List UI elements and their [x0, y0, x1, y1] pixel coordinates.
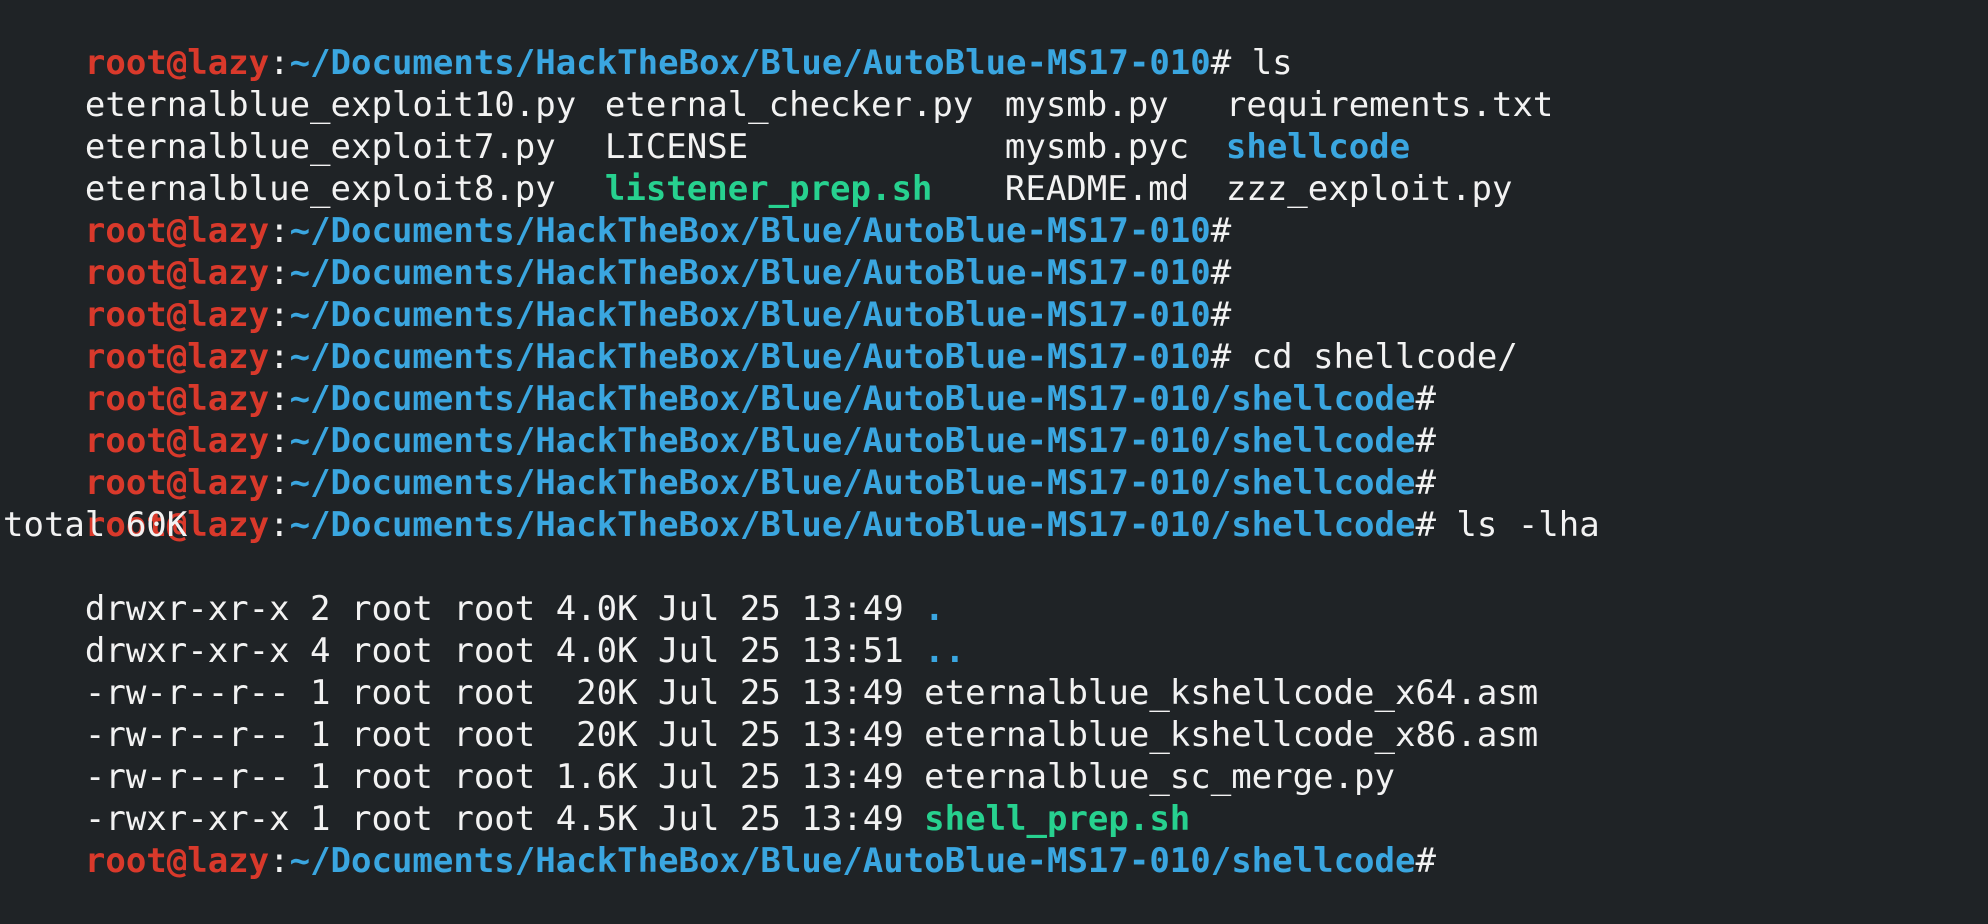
prompt-colon: : [269, 295, 290, 335]
file-metadata: -rwxr-xr-x 1 root root 4.5K Jul 25 13:49 [84, 799, 925, 839]
file-entry: README.md [1004, 169, 1190, 209]
prompt-colon: : [269, 505, 290, 545]
prompt-hash: # [1210, 337, 1232, 377]
file-entry: LICENSE [604, 127, 749, 167]
prompt-user: root@lazy [84, 253, 270, 293]
prompt-user: root@lazy [84, 337, 270, 377]
prompt-user: root@lazy [84, 463, 270, 503]
prompt-path: ~/Documents/HackTheBox/Blue/AutoBlue-MS1… [289, 211, 1211, 251]
prompt-hash: # [1210, 253, 1232, 293]
prompt-colon: : [269, 337, 290, 377]
prompt-hash: # [1415, 505, 1436, 545]
prompt-path: ~/Documents/HackTheBox/Blue/AutoBlue-MS1… [289, 463, 1416, 503]
prompt-path: ~/Documents/HackTheBox/Blue/AutoBlue-MS1… [289, 421, 1416, 461]
prompt-hash: # [1415, 463, 1436, 503]
prompt-colon: : [269, 43, 290, 83]
prompt-path: ~/Documents/HackTheBox/Blue/AutoBlue-MS1… [289, 505, 1416, 545]
directory-entry: .. [924, 631, 966, 671]
prompt-user: root@lazy [84, 43, 270, 83]
file-metadata: -rw-r--r-- 1 root root 20K Jul 25 13:49 [84, 715, 925, 755]
directory-entry: . [924, 589, 945, 629]
prompt-path: ~/Documents/HackTheBox/Blue/AutoBlue-MS1… [289, 295, 1211, 335]
prompt-hash: # [1415, 841, 1436, 881]
file-entry: mysmb.pyc [1004, 127, 1190, 167]
prompt-colon: : [269, 463, 290, 503]
file-entry: eternalblue_exploit8.py [84, 169, 556, 209]
prompt-user: root@lazy [84, 841, 270, 881]
ls-long-row: drwxr-xr-x 2 root root 4.0K Jul 25 13:49… [3, 546, 1988, 629]
file-entry: eternalblue_kshellcode_x64.asm [924, 673, 1539, 713]
prompt-line: root@lazy:~/Documents/HackTheBox/Blue/Au… [3, 0, 1988, 83]
file-entry: eternalblue_sc_merge.py [924, 757, 1395, 797]
executable-entry: shell_prep.sh [924, 799, 1191, 839]
file-metadata: drwxr-xr-x 2 root root 4.0K Jul 25 13:49 [84, 589, 925, 629]
prompt-path: ~/Documents/HackTheBox/Blue/AutoBlue-MS1… [289, 43, 1211, 83]
file-entry: eternalblue_exploit10.py [84, 85, 577, 125]
directory-entry: shellcode [1225, 127, 1411, 167]
file-entry: zzz_exploit.py [1225, 169, 1513, 209]
prompt-user: root@lazy [84, 295, 270, 335]
file-metadata: -rw-r--r-- 1 root root 1.6K Jul 25 13:49 [84, 757, 925, 797]
prompt-path: ~/Documents/HackTheBox/Blue/AutoBlue-MS1… [289, 841, 1416, 881]
prompt-path: ~/Documents/HackTheBox/Blue/AutoBlue-MS1… [289, 379, 1416, 419]
command-text: cd shellcode/ [1231, 337, 1518, 377]
command-text: ls [1231, 43, 1293, 83]
file-metadata: -rw-r--r-- 1 root root 20K Jul 25 13:49 [84, 673, 925, 713]
prompt-path: ~/Documents/HackTheBox/Blue/AutoBlue-MS1… [289, 337, 1211, 377]
executable-entry: listener_prep.sh [604, 169, 933, 209]
prompt-hash: # [1415, 379, 1436, 419]
prompt-user: root@lazy [84, 211, 270, 251]
file-entry: mysmb.py [1004, 85, 1169, 125]
prompt-user: root@lazy [84, 421, 270, 461]
prompt-colon: : [269, 253, 290, 293]
file-metadata: drwxr-xr-x 4 root root 4.0K Jul 25 13:51 [84, 631, 925, 671]
prompt-path: ~/Documents/HackTheBox/Blue/AutoBlue-MS1… [289, 253, 1211, 293]
prompt-user: root@lazy [84, 379, 270, 419]
file-entry: eternalblue_kshellcode_x86.asm [924, 715, 1539, 755]
file-entry: eternal_checker.py [604, 85, 974, 125]
file-entry: requirements.txt [1225, 85, 1554, 125]
prompt-hash: # [1210, 295, 1232, 335]
command-text: ls -lha [1435, 505, 1600, 545]
prompt-colon: : [269, 841, 290, 881]
prompt-colon: : [269, 421, 290, 461]
terminal-window[interactable]: root@lazy:~/Documents/HackTheBox/Blue/Au… [0, 0, 1988, 881]
prompt-hash: # [1210, 211, 1232, 251]
prompt-colon: : [269, 211, 290, 251]
file-entry: eternalblue_exploit7.py [84, 127, 556, 167]
prompt-colon: : [269, 379, 290, 419]
prompt-hash: # [1210, 43, 1232, 83]
prompt-hash: # [1415, 421, 1436, 461]
